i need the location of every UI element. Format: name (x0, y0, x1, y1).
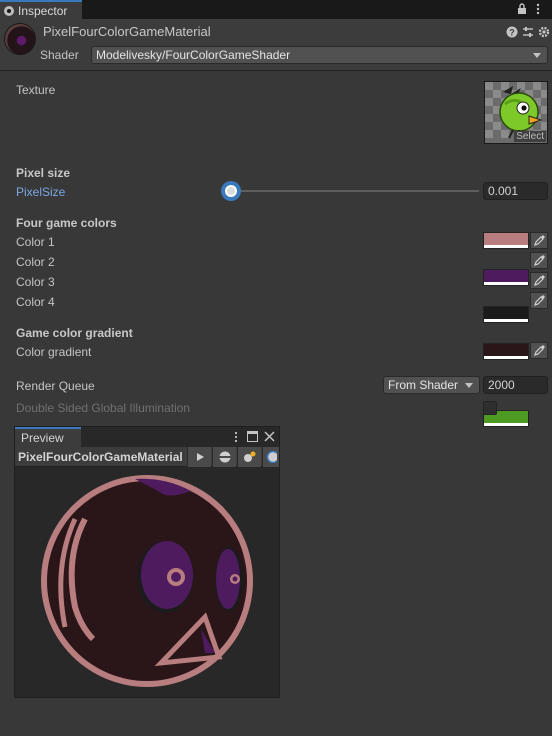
color-1-label: Color 1 (16, 235, 55, 249)
color-2-swatch[interactable] (483, 269, 529, 286)
maximize-icon[interactable] (247, 431, 258, 442)
preview-background-button[interactable] (262, 447, 279, 467)
material-name: PixelFourColorGameMaterial (43, 24, 211, 39)
preview-toolbar: PixelFourColorGameMaterial (15, 447, 279, 467)
kebab-menu-icon[interactable] (233, 431, 239, 443)
preview-lighting-button[interactable] (237, 447, 261, 467)
help-icon[interactable]: ? (506, 26, 518, 38)
gradient-label: Color gradient (16, 345, 92, 359)
window-tab-bar: Inspector (0, 0, 552, 19)
shader-label: Shader (40, 48, 79, 62)
alpha-bar (484, 282, 528, 285)
dsgi-label: Double Sided Global Illumination (16, 401, 191, 415)
tab-preview[interactable]: Preview (15, 427, 81, 447)
color-4-swatch[interactable] (483, 343, 529, 360)
render-queue-dropdown-value: From Shader (388, 378, 459, 392)
slider-thumb-core (225, 185, 237, 197)
color-2-label: Color 2 (16, 255, 55, 269)
svg-text:?: ? (509, 28, 515, 38)
chevron-down-icon (465, 383, 473, 388)
color-1-eyedropper-icon[interactable] (530, 232, 548, 249)
alpha-bar (484, 245, 528, 248)
texture-slot[interactable]: Select (484, 81, 548, 144)
alpha-bar (484, 356, 528, 359)
info-icon (4, 5, 14, 16)
render-queue-label: Render Queue (16, 379, 95, 393)
color-1-swatch[interactable] (483, 232, 529, 249)
material-thumbnail (4, 23, 36, 55)
preview-mesh-button[interactable] (212, 447, 236, 467)
play-icon (196, 453, 204, 461)
material-header: PixelFourColorGameMaterial ? Shader Mode… (0, 19, 552, 71)
presets-icon[interactable] (522, 26, 534, 38)
tab-label: Inspector (18, 3, 68, 18)
shader-value: Modelivesky/FourColorGameShader (96, 48, 291, 62)
pixel-size-input[interactable]: 0.001 (483, 182, 548, 200)
lock-icon[interactable] (516, 3, 528, 15)
chevron-down-icon (533, 53, 541, 58)
pixel-size-heading: Pixel size (16, 166, 71, 180)
alpha-bar (484, 319, 528, 322)
sphere-icon (266, 451, 277, 463)
gradient-heading: Game color gradient (16, 326, 133, 340)
gradient-eyedropper-icon[interactable] (530, 342, 548, 359)
pixel-size-slider-track[interactable] (231, 190, 479, 192)
color-3-label: Color 3 (16, 275, 55, 289)
render-queue-dropdown[interactable]: From Shader (383, 376, 480, 394)
alpha-bar (484, 423, 528, 426)
shader-dropdown[interactable]: Modelivesky/FourColorGameShader (91, 46, 548, 64)
pixel-size-slider-thumb[interactable] (221, 181, 241, 201)
sphere-icon (218, 451, 231, 463)
tab-inspector[interactable]: Inspector (0, 0, 82, 19)
gear-icon[interactable] (538, 26, 550, 38)
play-button[interactable] (187, 447, 211, 467)
color-3-eyedropper-icon[interactable] (530, 272, 548, 289)
texture-label: Texture (16, 83, 56, 97)
render-queue-input[interactable]: 2000 (483, 376, 548, 394)
four-colors-heading: Four game colors (16, 216, 117, 230)
color-4-eyedropper-icon[interactable] (530, 292, 548, 309)
preview-panel: Preview PixelFourColorGameMaterial (14, 426, 280, 698)
color-3-swatch[interactable] (483, 306, 529, 323)
color-4-label: Color 4 (16, 295, 55, 309)
select-texture-button[interactable]: Select (514, 131, 546, 142)
material-preview-sphere (41, 475, 253, 687)
preview-object-name: PixelFourColorGameMaterial (18, 450, 183, 464)
preview-tab-bar: Preview (15, 427, 279, 447)
dsgi-checkbox[interactable] (483, 401, 497, 415)
close-icon[interactable] (264, 431, 275, 442)
color-2-eyedropper-icon[interactable] (530, 252, 548, 269)
pixel-size-param-label: PixelSize (16, 185, 66, 199)
lights-icon (243, 451, 255, 462)
kebab-menu-icon[interactable] (534, 3, 542, 15)
